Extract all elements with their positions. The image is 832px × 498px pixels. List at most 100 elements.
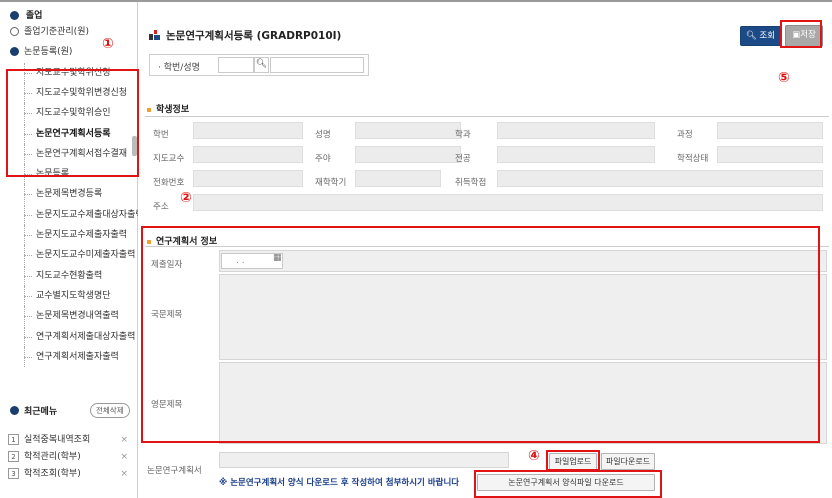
calendar-icon[interactable]: ▦ — [273, 253, 282, 263]
sidebar: 졸업 졸업기준관리(원) 논문등록(원) 지도교수및학위신청지도교수및학위변경신청지… — [0, 2, 138, 498]
tree-connector — [24, 113, 32, 115]
sidebar-item[interactable]: 논문연구계획서접수결재 — [0, 143, 138, 164]
semester-label: 재학학기 — [315, 178, 347, 188]
tree-connector — [24, 336, 32, 338]
form-download-button[interactable]: 논문연구계획서 양식파일 다운로드 — [477, 474, 655, 491]
recent-menu-item[interactable]: 1 실적중복내역조회 × — [8, 432, 132, 449]
plan-divider — [145, 246, 829, 247]
sidebar-item-label: 논문연구계획서등록 — [36, 128, 111, 139]
student-info-divider — [145, 116, 829, 117]
sidebar-item[interactable]: 졸업기준관리(원) — [0, 22, 138, 42]
sidebar-item-label: 지도교수현황출력 — [36, 270, 103, 281]
sidebar-item-label: 연구계획서제출자출력 — [36, 351, 119, 362]
search-field-label: · 학번/성명 — [158, 63, 200, 73]
sidebar-item-label: 논문등록 — [36, 169, 70, 180]
sidebar-item[interactable]: 논문등록(원) — [0, 42, 138, 62]
credits-label: 취득학점 — [455, 178, 487, 188]
annotation-number-2: ② — [180, 190, 192, 206]
sidebar-item-label: 지도교수및학위변경신청 — [36, 87, 128, 98]
file-upload-button[interactable]: 파일업로드 — [549, 453, 597, 470]
search-button-label: 조회 — [759, 31, 776, 41]
student-info-title: 학생정보 — [147, 102, 189, 115]
recent-menu-icon — [10, 406, 19, 415]
student-lookup-button[interactable]: 🔍︎ — [254, 57, 269, 73]
search-icon: 🔍︎ — [745, 31, 757, 41]
close-icon[interactable]: × — [120, 466, 128, 483]
sidebar-item[interactable]: 논문제목변경내역출력 — [0, 306, 138, 327]
main-content: 논문연구계획서등록 (GRADRP010I) 🔍︎ 조회 ▣저장 · 학번/성명… — [139, 2, 832, 498]
advisor-field — [193, 146, 303, 163]
major-label: 전공 — [455, 154, 471, 164]
recent-menu-item[interactable]: 3 학적조회(학부) × — [8, 466, 132, 483]
annotation-number-4: ④ — [528, 448, 540, 464]
sidebar-item[interactable]: 논문지도교수미제출자출력 — [0, 245, 138, 266]
recent-item-number: 3 — [8, 468, 19, 479]
save-button[interactable]: ▣저장 — [785, 25, 823, 47]
student-name-input[interactable] — [270, 57, 364, 73]
name-label: 성명 — [315, 130, 331, 140]
sidebar-item-label: 논문등록(원) — [24, 47, 73, 58]
sidebar-item[interactable]: 논문연구계획서등록 — [0, 123, 138, 144]
name-field — [355, 122, 461, 139]
tree-connector — [24, 72, 32, 74]
student-id-input[interactable] — [218, 57, 254, 73]
search-small-icon: 🔍︎ — [255, 59, 268, 69]
search-button[interactable]: 🔍︎ 조회 — [740, 26, 781, 46]
sidebar-item[interactable]: 연구계획서제출대상자출력 — [0, 326, 138, 347]
sidebar-item[interactable]: 논문지도교수제출자출력 — [0, 225, 138, 245]
jumin-field — [355, 146, 461, 163]
file-name-field — [219, 452, 509, 468]
date-label: 제출일자 — [151, 260, 183, 270]
sidebar-item-label: 졸업기준관리(원) — [24, 27, 89, 37]
sidebar-item-label: 논문제목변경등록 — [36, 189, 103, 200]
eng-title-input[interactable] — [219, 362, 827, 444]
sidebar-item[interactable]: 교수별지도학생명단 — [0, 285, 138, 306]
hakbun-field — [193, 122, 303, 139]
date-row — [219, 250, 827, 272]
sidebar-item[interactable]: 지도교수및학위승인 — [0, 103, 138, 124]
page-icon — [149, 29, 161, 41]
sidebar-item[interactable]: 지도교수및학위변경신청 — [0, 82, 138, 103]
student-info-title-text: 학생정보 — [156, 105, 190, 115]
annotation-number-5: ⑤ — [778, 70, 790, 86]
close-icon[interactable]: × — [120, 449, 128, 466]
collapse-icon[interactable] — [10, 47, 19, 57]
address-label: 주소 — [153, 202, 169, 212]
sidebar-item[interactable]: 지도교수및학위신청 — [0, 62, 138, 83]
recent-item-label: 학적관리(학부) — [24, 452, 81, 462]
sidebar-scrollbar[interactable] — [132, 136, 137, 156]
clear-all-button[interactable]: 전체삭제 — [90, 403, 130, 418]
sidebar-item-label: 지도교수및학위승인 — [36, 108, 111, 119]
file-download-button[interactable]: 파일다운로드 — [601, 453, 655, 470]
sidebar-item-label: 교수별지도학생명단 — [36, 290, 111, 301]
tree-connector — [24, 194, 32, 196]
sidebar-item[interactable]: 논문등록 — [0, 164, 138, 185]
kor-title-input[interactable] — [219, 274, 827, 360]
sidebar-item[interactable]: 논문지도교수제출대상자출력 — [0, 204, 138, 225]
close-icon[interactable]: × — [120, 432, 128, 449]
major-field — [497, 146, 655, 163]
recent-item-label: 실적중복내역조회 — [24, 435, 91, 445]
folder-root-icon — [10, 11, 19, 20]
tree-connector — [24, 214, 32, 216]
address-field — [193, 194, 823, 211]
tree-connector — [24, 133, 32, 135]
recent-item-label: 학적조회(학부) — [24, 469, 81, 479]
recent-menu-item[interactable]: 2 학적관리(학부) × — [8, 449, 132, 466]
sidebar-item[interactable]: 연구계획서제출자출력 — [0, 346, 138, 367]
sidebar-item-label: 논문연구계획서접수결재 — [36, 148, 128, 159]
recent-item-number: 2 — [8, 451, 19, 462]
sidebar-item[interactable]: 지도교수현황출력 — [0, 265, 138, 286]
course-field — [717, 122, 823, 139]
recent-menu-header: 최근메뉴 전체삭제 — [0, 400, 138, 422]
phone-label: 전화번호 — [153, 178, 185, 188]
file-label: 논문연구계획서 — [147, 466, 202, 476]
tree-connector — [24, 295, 32, 297]
sidebar-root-label: 졸업 — [25, 11, 43, 21]
recent-menu-title: 최근메뉴 — [24, 407, 58, 417]
tree-connector — [24, 174, 32, 176]
semester-field — [355, 170, 441, 187]
page-title: 논문연구계획서등록 (GRADRP010I) — [166, 30, 342, 42]
expand-icon[interactable] — [10, 27, 19, 36]
sidebar-item[interactable]: 논문제목변경등록 — [0, 184, 138, 205]
